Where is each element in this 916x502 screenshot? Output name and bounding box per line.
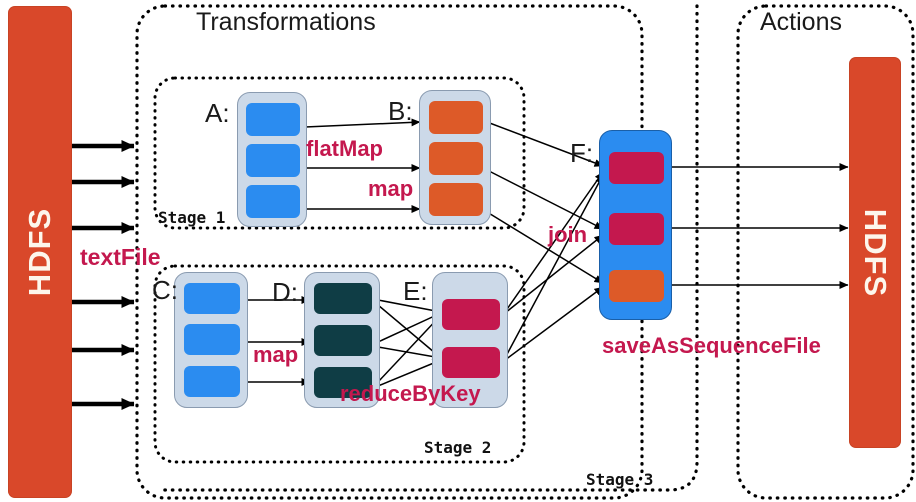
op-flatmap-label: flatMap: [306, 136, 383, 161]
rdd-c-label: C:: [152, 275, 178, 305]
spark-rdd-lineage-diagram: HDFS HDFS Transformations Actions Stage …: [0, 0, 916, 502]
rdd-b-label: B:: [388, 96, 413, 126]
rdd-a-label: A:: [205, 98, 230, 128]
rdd-a-partition-1: [246, 103, 300, 136]
rdd-f-partition-1: [609, 152, 664, 184]
rdd-d-partition-1: [314, 283, 372, 314]
actions-title: Actions: [760, 8, 842, 36]
rdd-b-partition-1: [429, 101, 483, 134]
rdd-d-partition-2: [314, 325, 372, 356]
op-reducebykey-label: reduceByKey: [340, 381, 481, 406]
rdd-e-partition-2: [442, 347, 500, 378]
hdfs-input-arrows: [72, 140, 135, 410]
map-bottom-arrows: [248, 296, 311, 386]
stage3-label: Stage 3: [586, 470, 654, 489]
rdd-a-container[interactable]: [237, 92, 307, 227]
hdfs-sink-label: HDFS: [858, 208, 893, 297]
rdd-a-partition-3: [246, 185, 300, 218]
hdfs-sink-block: HDFS: [849, 57, 901, 448]
hdfs-source-label: HDFS: [22, 207, 57, 297]
rdd-f-partition-2: [609, 213, 664, 245]
rdd-f-partition-3: [609, 270, 664, 302]
rdd-f-container[interactable]: [599, 130, 672, 320]
op-map-top-label: map: [368, 176, 414, 201]
transformations-boundary: [135, 4, 644, 500]
stage1-label: Stage 1: [158, 208, 226, 227]
rdd-c-partition-2: [184, 324, 240, 355]
hdfs-source-block: HDFS: [8, 6, 72, 498]
stage2-label: Stage 2: [424, 438, 492, 457]
rdd-c-container[interactable]: [174, 272, 248, 408]
rdd-b-container[interactable]: [419, 90, 491, 225]
rdd-c-partition-3: [184, 366, 240, 397]
rdd-b-partition-3: [429, 183, 483, 216]
rdd-b-partition-2: [429, 142, 483, 175]
op-map-bottom-label: map: [253, 342, 299, 367]
op-join-label: join: [548, 222, 588, 247]
rdd-c-partition-1: [184, 283, 240, 314]
rdd-f-label: F:: [570, 138, 594, 168]
rdd-a-partition-2: [246, 144, 300, 177]
op-save-label: saveAsSequenceFile: [602, 333, 821, 358]
save-output-arrows: [672, 163, 849, 289]
rdd-d-label: D:: [272, 277, 298, 307]
op-textfile-label: textFile: [80, 244, 161, 270]
rdd-e-partition-1: [442, 299, 500, 330]
transformations-title: Transformations: [196, 8, 376, 36]
rdd-e-label: E:: [403, 276, 428, 306]
